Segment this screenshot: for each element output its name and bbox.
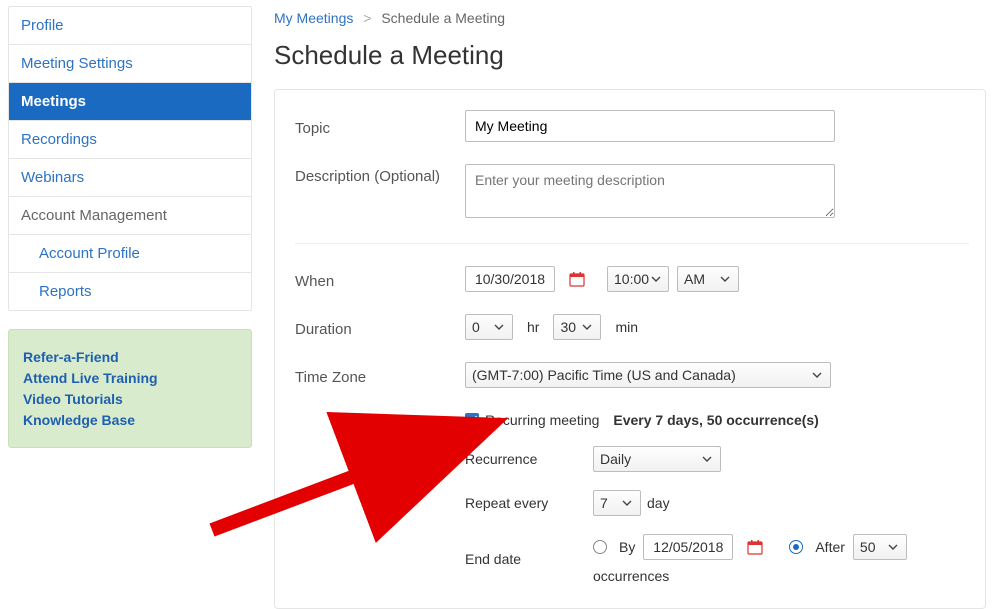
occurrences-suffix: occurrences <box>593 568 669 584</box>
help-link-tutorials[interactable]: Video Tutorials <box>23 391 237 407</box>
sidebar-item-webinars[interactable]: Webinars <box>9 159 251 197</box>
when-ampm-value: AM <box>684 271 705 287</box>
description-textarea[interactable] <box>465 164 835 218</box>
duration-hours-value: 0 <box>472 319 480 335</box>
sidebar-item-recordings[interactable]: Recordings <box>9 121 251 159</box>
chevron-down-icon <box>580 320 594 334</box>
topic-label: Topic <box>295 116 465 137</box>
recurrence-label: Recurrence <box>465 451 593 467</box>
recurring-checkbox[interactable] <box>465 413 479 427</box>
when-time-select[interactable]: 10:00 <box>607 266 669 292</box>
page-title: Schedule a Meeting <box>274 40 986 71</box>
min-suffix: min <box>615 319 638 335</box>
repeat-suffix: day <box>647 495 670 511</box>
duration-minutes-value: 30 <box>560 319 576 335</box>
when-ampm-select[interactable]: AM <box>677 266 739 292</box>
chevron-down-icon <box>886 540 900 554</box>
recurrence-select[interactable]: Daily <box>593 446 721 472</box>
topic-input[interactable] <box>465 110 835 142</box>
end-by-label: By <box>619 539 635 555</box>
help-box: Refer-a-Friend Attend Live Training Vide… <box>8 329 252 448</box>
recurrence-value: Daily <box>600 451 631 467</box>
sidebar-item-meeting-settings[interactable]: Meeting Settings <box>9 45 251 83</box>
chevron-down-icon <box>700 452 714 466</box>
chevron-down-icon <box>810 368 824 382</box>
end-by-date-input[interactable]: 12/05/2018 <box>643 534 733 560</box>
chevron-down-icon <box>649 272 662 286</box>
sidebar-item-profile[interactable]: Profile <box>9 7 251 45</box>
breadcrumb-sep: > <box>363 10 371 26</box>
end-date-label: End date <box>465 551 593 567</box>
when-date-input[interactable]: 10/30/2018 <box>465 266 555 292</box>
end-after-radio[interactable] <box>789 540 803 554</box>
sidebar-item-account-profile[interactable]: Account Profile <box>9 235 251 273</box>
sidebar-nav: Profile Meeting Settings Meetings Record… <box>8 6 252 311</box>
repeat-every-value: 7 <box>600 495 608 511</box>
description-label: Description (Optional) <box>295 164 465 185</box>
breadcrumb: My Meetings > Schedule a Meeting <box>274 10 986 26</box>
timezone-select[interactable]: (GMT-7:00) Pacific Time (US and Canada) <box>465 362 831 388</box>
duration-label: Duration <box>295 317 465 338</box>
end-by-radio[interactable] <box>593 540 607 554</box>
help-link-refer[interactable]: Refer-a-Friend <box>23 349 237 365</box>
sidebar-section-account: Account Management <box>9 197 251 235</box>
end-after-value: 50 <box>860 539 876 555</box>
end-after-select[interactable]: 50 <box>853 534 907 560</box>
help-link-kb[interactable]: Knowledge Base <box>23 412 237 428</box>
chevron-down-icon <box>620 496 634 510</box>
calendar-icon[interactable] <box>747 539 763 555</box>
repeat-every-select[interactable]: 7 <box>593 490 641 516</box>
timezone-label: Time Zone <box>295 365 465 386</box>
when-time-value: 10:00 <box>614 271 649 287</box>
timezone-value: (GMT-7:00) Pacific Time (US and Canada) <box>472 367 736 383</box>
repeat-every-label: Repeat every <box>465 495 593 511</box>
sidebar-item-reports[interactable]: Reports <box>9 273 251 310</box>
recurring-label: Recurring meeting <box>485 412 599 428</box>
sidebar-item-meetings[interactable]: Meetings <box>9 83 251 121</box>
end-after-label: After <box>815 539 845 555</box>
chevron-down-icon <box>492 320 506 334</box>
schedule-form: Topic Description (Optional) When 10/30/… <box>274 89 986 609</box>
duration-minutes-select[interactable]: 30 <box>553 314 601 340</box>
when-label: When <box>295 269 465 290</box>
recurring-summary: Every 7 days, 50 occurrence(s) <box>613 412 818 428</box>
help-link-training[interactable]: Attend Live Training <box>23 370 237 386</box>
breadcrumb-root[interactable]: My Meetings <box>274 10 353 26</box>
chevron-down-icon <box>718 272 732 286</box>
calendar-icon[interactable] <box>569 271 585 287</box>
duration-hours-select[interactable]: 0 <box>465 314 513 340</box>
breadcrumb-current: Schedule a Meeting <box>381 10 505 26</box>
hr-suffix: hr <box>527 319 539 335</box>
